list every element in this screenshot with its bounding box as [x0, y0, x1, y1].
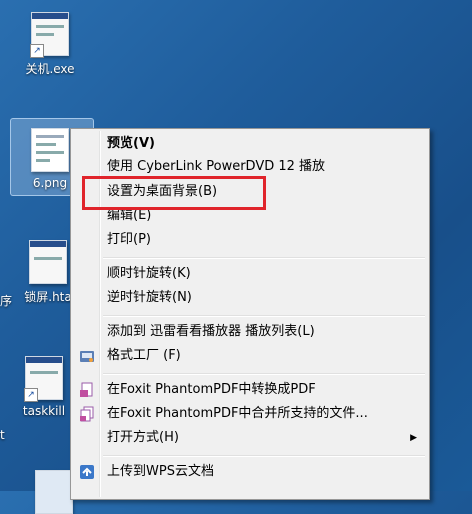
menu-item-label: 逆时针旋转(N) — [107, 290, 192, 305]
taskkill-icon: ↗ — [24, 356, 63, 402]
menu-item-rotate-clockwise[interactable]: 顺时针旋转(K) — [73, 263, 427, 285]
edge-text-fragment: t — [0, 428, 5, 442]
menu-item-label: 预览(V) — [107, 136, 155, 151]
menu-item-label: 设置为桌面背景(B) — [107, 184, 218, 199]
menu-item-upload-wps-cloud[interactable]: 上传到WPS云文档 — [73, 461, 427, 483]
wps-cloud-icon — [79, 464, 95, 480]
png-thumbnail-icon — [31, 128, 69, 172]
desktop-icon-label: 关机.exe — [25, 62, 75, 76]
menu-item-label: 编辑(E) — [107, 208, 152, 223]
format-factory-icon — [79, 348, 95, 364]
menu-item-open-with[interactable]: 打开方式(H) ▶ — [73, 427, 427, 449]
foxit-pdf-icon — [79, 382, 95, 398]
desktop-icon-shutdown[interactable]: ↗ 关机.exe — [10, 12, 90, 77]
shortcut-arrow-icon: ↗ — [30, 44, 44, 58]
menu-item-label: 在Foxit PhantomPDF中转换成PDF — [107, 382, 316, 397]
edge-text-fragment: 序 — [0, 294, 13, 308]
menu-item-foxit-merge[interactable]: 在Foxit PhantomPDF中合并所支持的文件... — [73, 403, 427, 425]
shortcut-arrow-icon: ↗ — [24, 388, 38, 402]
menu-separator — [103, 373, 425, 375]
menu-item-label: 打印(P) — [107, 232, 151, 247]
shutdown-exe-icon: ↗ — [30, 12, 69, 58]
menu-item-set-desktop-background[interactable]: 设置为桌面背景(B) — [73, 181, 427, 203]
menu-item-label: 打开方式(H) — [107, 430, 179, 445]
menu-item-label: 在Foxit PhantomPDF中合并所支持的文件... — [107, 406, 368, 421]
menu-separator — [103, 455, 425, 457]
menu-item-powerdvd-play[interactable]: 使用 CyberLink PowerDVD 12 播放 — [73, 156, 427, 178]
foxit-merge-icon — [79, 406, 95, 422]
menu-item-print[interactable]: 打印(P) — [73, 229, 427, 251]
menu-item-format-factory[interactable]: 格式工厂 (F) — [73, 345, 427, 367]
menu-item-label: 上传到WPS云文档 — [107, 464, 214, 479]
menu-item-label: 使用 CyberLink PowerDVD 12 播放 — [107, 159, 326, 174]
menu-item-preview[interactable]: 预览(V) — [73, 133, 427, 155]
hta-file-icon — [29, 240, 67, 284]
menu-item-label: 格式工厂 (F) — [107, 348, 181, 363]
menu-item-label: 添加到 迅雷看看播放器 播放列表(L) — [107, 324, 315, 339]
context-menu: 预览(V) 使用 CyberLink PowerDVD 12 播放 设置为桌面背… — [70, 128, 430, 500]
menu-item-edit[interactable]: 编辑(E) — [73, 205, 427, 227]
menu-item-rotate-counterclockwise[interactable]: 逆时针旋转(N) — [73, 287, 427, 309]
menu-item-add-to-xunlei-playlist[interactable]: 添加到 迅雷看看播放器 播放列表(L) — [73, 321, 427, 343]
submenu-arrow-icon: ▶ — [410, 433, 417, 443]
menu-separator — [103, 257, 425, 259]
menu-item-label: 顺时针旋转(K) — [107, 266, 191, 281]
partial-file-icon — [35, 470, 73, 514]
menu-item-foxit-convert-pdf[interactable]: 在Foxit PhantomPDF中转换成PDF — [73, 379, 427, 401]
menu-separator — [103, 315, 425, 317]
